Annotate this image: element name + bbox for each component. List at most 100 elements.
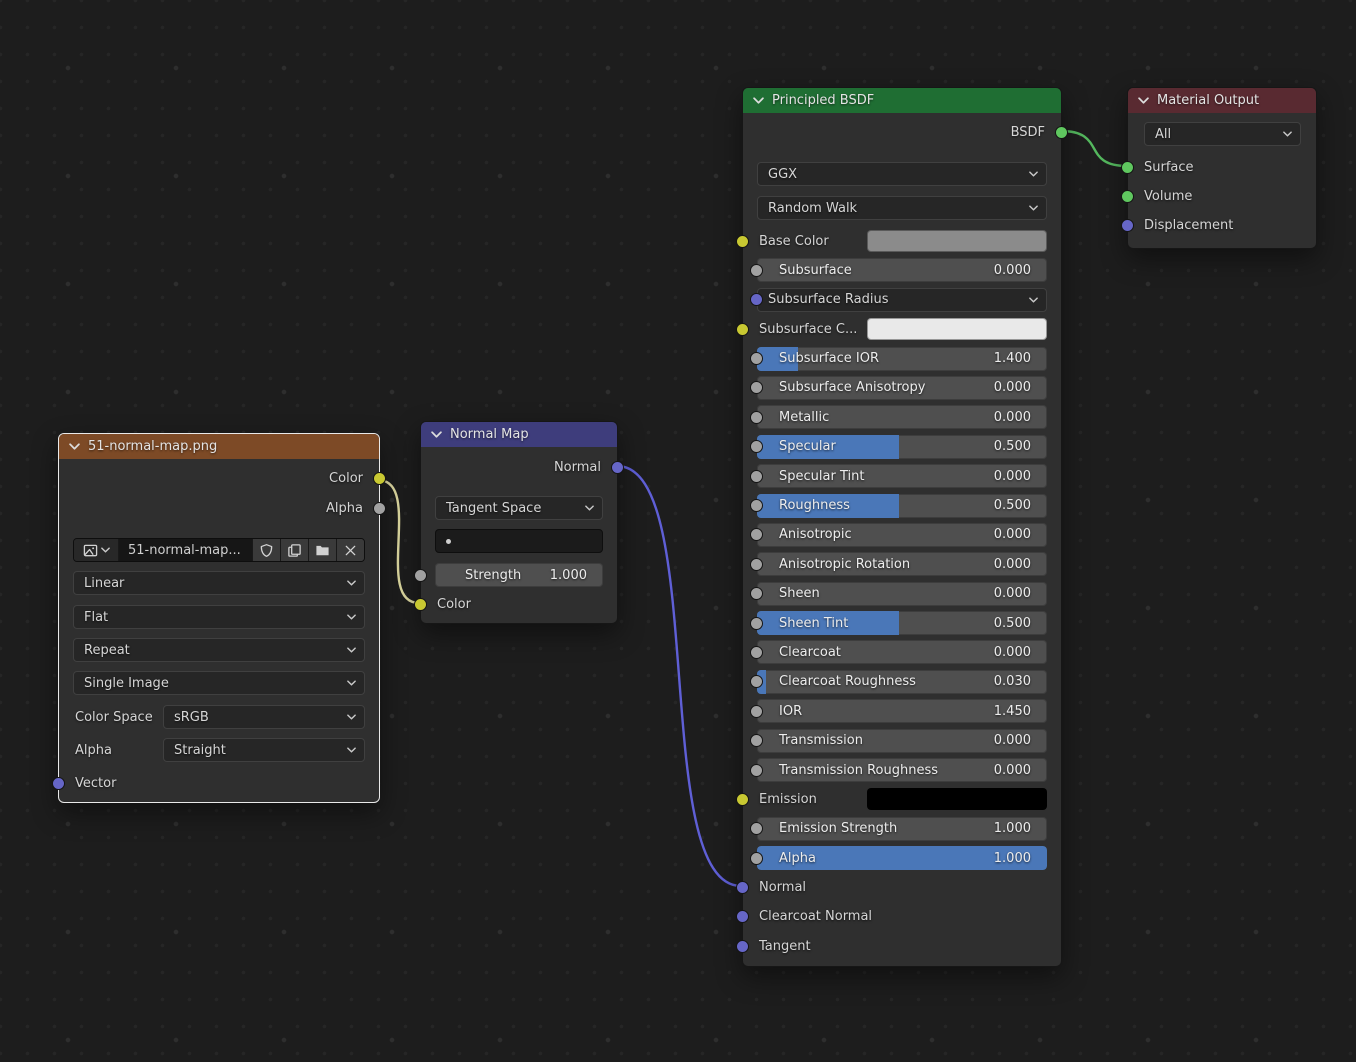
normal-map-node-header[interactable]: Normal Map — [421, 422, 617, 447]
distribution-dropdown[interactable]: GGX — [757, 162, 1047, 186]
image-browse-button[interactable] — [74, 539, 119, 561]
strength-input-socket[interactable] — [414, 569, 427, 582]
specular-tint-slider[interactable]: Specular Tint0.000 — [757, 464, 1047, 488]
anisotropic-rotation-slider[interactable]: Anisotropic Rotation0.000 — [757, 552, 1047, 576]
chevron-down-icon — [1029, 171, 1038, 177]
image-name-field[interactable]: 51-normal-map... — [119, 539, 253, 561]
emission-color-swatch[interactable] — [867, 788, 1047, 810]
displacement-input-socket[interactable] — [1121, 219, 1134, 232]
clearcoat-input-socket[interactable] — [750, 646, 763, 659]
unlink-image-button[interactable] — [337, 539, 364, 561]
subsurface-ior-input-socket[interactable] — [750, 352, 763, 365]
alpha-slider[interactable]: Alpha1.000 — [757, 846, 1047, 870]
emission-input-socket[interactable] — [736, 793, 749, 806]
source-dropdown[interactable]: Single Image — [73, 671, 365, 695]
chevron-down-icon — [347, 614, 356, 620]
subsurface-c-label: Subsurface C... — [743, 322, 867, 337]
color-space-label: Color Space — [59, 710, 163, 725]
clearcoat-normal-input-label: Clearcoat Normal — [759, 909, 872, 924]
color-input-socket[interactable] — [414, 598, 427, 611]
surface-input-socket[interactable] — [1121, 161, 1134, 174]
subsurface-c-input-socket[interactable] — [736, 323, 749, 336]
subsurface-ior-slider[interactable]: Subsurface IOR1.400 — [757, 347, 1047, 371]
principled-bsdf-node[interactable]: Principled BSDF BSDF GGX Random Walk Bas… — [742, 87, 1062, 967]
image-datablock-row: 51-normal-map... — [73, 538, 365, 562]
uv-map-field[interactable] — [435, 529, 603, 553]
bsdf-row-alpha: Alpha1.000 — [757, 846, 1047, 870]
normal-input-socket[interactable] — [736, 881, 749, 894]
sheen-tint-input-socket[interactable] — [750, 617, 763, 630]
clearcoat-roughness-slider[interactable]: Clearcoat Roughness0.030 — [757, 670, 1047, 694]
roughness-input-socket[interactable] — [750, 499, 763, 512]
emission-strength-slider[interactable]: Emission Strength1.000 — [757, 817, 1047, 841]
material-output-node-header[interactable]: Material Output — [1128, 88, 1316, 113]
clearcoat-slider[interactable]: Clearcoat0.000 — [757, 640, 1047, 664]
color-output-socket[interactable] — [373, 472, 386, 485]
bsdf-row-clearcoat-normal: Clearcoat Normal — [743, 905, 1061, 929]
strength-slider[interactable]: Strength 1.000 — [435, 563, 603, 587]
specular-tint-value: 0.000 — [994, 469, 1047, 484]
collapse-chevron-icon[interactable] — [1138, 97, 1149, 104]
color-space-dropdown[interactable]: sRGB — [163, 705, 365, 729]
alpha-mode-dropdown[interactable]: Straight — [163, 738, 365, 762]
metallic-value: 0.000 — [994, 410, 1047, 425]
ior-slider[interactable]: IOR1.450 — [757, 699, 1047, 723]
fake-user-button[interactable] — [253, 539, 281, 561]
space-dropdown[interactable]: Tangent Space — [435, 496, 603, 520]
collapse-chevron-icon[interactable] — [753, 97, 764, 104]
subsurface-c-color-swatch[interactable] — [867, 318, 1047, 340]
bsdf-output-socket[interactable] — [1055, 126, 1068, 139]
normal-input-label: Normal — [759, 880, 806, 895]
extension-dropdown[interactable]: Repeat — [73, 638, 365, 662]
target-dropdown[interactable]: All — [1144, 122, 1301, 146]
collapse-chevron-icon[interactable] — [431, 431, 442, 438]
subsurface-slider[interactable]: Subsurface0.000 — [757, 258, 1047, 282]
interpolation-dropdown[interactable]: Linear — [73, 571, 365, 595]
bsdf-output-row: BSDF — [743, 120, 1061, 144]
principled-bsdf-node-header[interactable]: Principled BSDF — [743, 88, 1061, 113]
base-color-input-socket[interactable] — [736, 235, 749, 248]
bsdf-row-anisotropic-rotation: Anisotropic Rotation0.000 — [757, 552, 1047, 576]
tangent-input-socket[interactable] — [736, 940, 749, 953]
specular-tint-input-socket[interactable] — [750, 470, 763, 483]
node-editor-canvas[interactable]: 51-normal-map.png Color Alpha — [0, 0, 1356, 1062]
alpha-output-socket[interactable] — [373, 502, 386, 515]
alpha-input-socket[interactable] — [750, 852, 763, 865]
new-image-button[interactable] — [281, 539, 309, 561]
uv-map-dot-icon — [446, 539, 451, 544]
surface-input-label: Surface — [1144, 160, 1194, 175]
roughness-label: Roughness — [757, 498, 994, 513]
normal-map-node[interactable]: Normal Map Normal Tangent Space — [420, 421, 618, 624]
anisotropic-rotation-label: Anisotropic Rotation — [757, 557, 994, 572]
link-normalmap-normal-to-bsdf-normal — [617, 466, 741, 886]
material-output-node[interactable]: Material Output All Surface Volume Displ… — [1127, 87, 1317, 249]
clearcoat-normal-input-socket[interactable] — [736, 910, 749, 923]
metallic-slider[interactable]: Metallic0.000 — [757, 405, 1047, 429]
projection-dropdown[interactable]: Flat — [73, 605, 365, 629]
subsurface-radius-dropdown[interactable]: Subsurface Radius — [757, 288, 1047, 312]
image-texture-node[interactable]: 51-normal-map.png Color Alpha — [58, 433, 380, 803]
open-image-button[interactable] — [309, 539, 337, 561]
transmission-roughness-slider[interactable]: Transmission Roughness0.000 — [757, 758, 1047, 782]
metallic-input-socket[interactable] — [750, 411, 763, 424]
transmission-roughness-input-socket[interactable] — [750, 764, 763, 777]
roughness-slider[interactable]: Roughness0.500 — [757, 494, 1047, 518]
anisotropic-rotation-input-socket[interactable] — [750, 558, 763, 571]
subsurface-ior-label: Subsurface IOR — [757, 351, 994, 366]
transmission-slider[interactable]: Transmission0.000 — [757, 729, 1047, 753]
sheen-slider[interactable]: Sheen0.000 — [757, 582, 1047, 606]
volume-input-socket[interactable] — [1121, 190, 1134, 203]
normal-map-node-title: Normal Map — [450, 427, 529, 442]
subsurface-anisotropy-slider[interactable]: Subsurface Anisotropy0.000 — [757, 376, 1047, 400]
subsurface-input-socket[interactable] — [750, 264, 763, 277]
collapse-chevron-icon[interactable] — [69, 443, 80, 450]
specular-slider[interactable]: Specular0.500 — [757, 435, 1047, 459]
sheen-tint-slider[interactable]: Sheen Tint0.500 — [757, 611, 1047, 635]
subsurface-method-dropdown[interactable]: Random Walk — [757, 196, 1047, 220]
normal-output-socket[interactable] — [611, 461, 624, 474]
anisotropic-slider[interactable]: Anisotropic0.000 — [757, 523, 1047, 547]
image-texture-node-header[interactable]: 51-normal-map.png — [59, 434, 379, 459]
ior-input-socket[interactable] — [750, 705, 763, 718]
vector-input-socket[interactable] — [52, 777, 65, 790]
base-color-color-swatch[interactable] — [867, 230, 1047, 252]
